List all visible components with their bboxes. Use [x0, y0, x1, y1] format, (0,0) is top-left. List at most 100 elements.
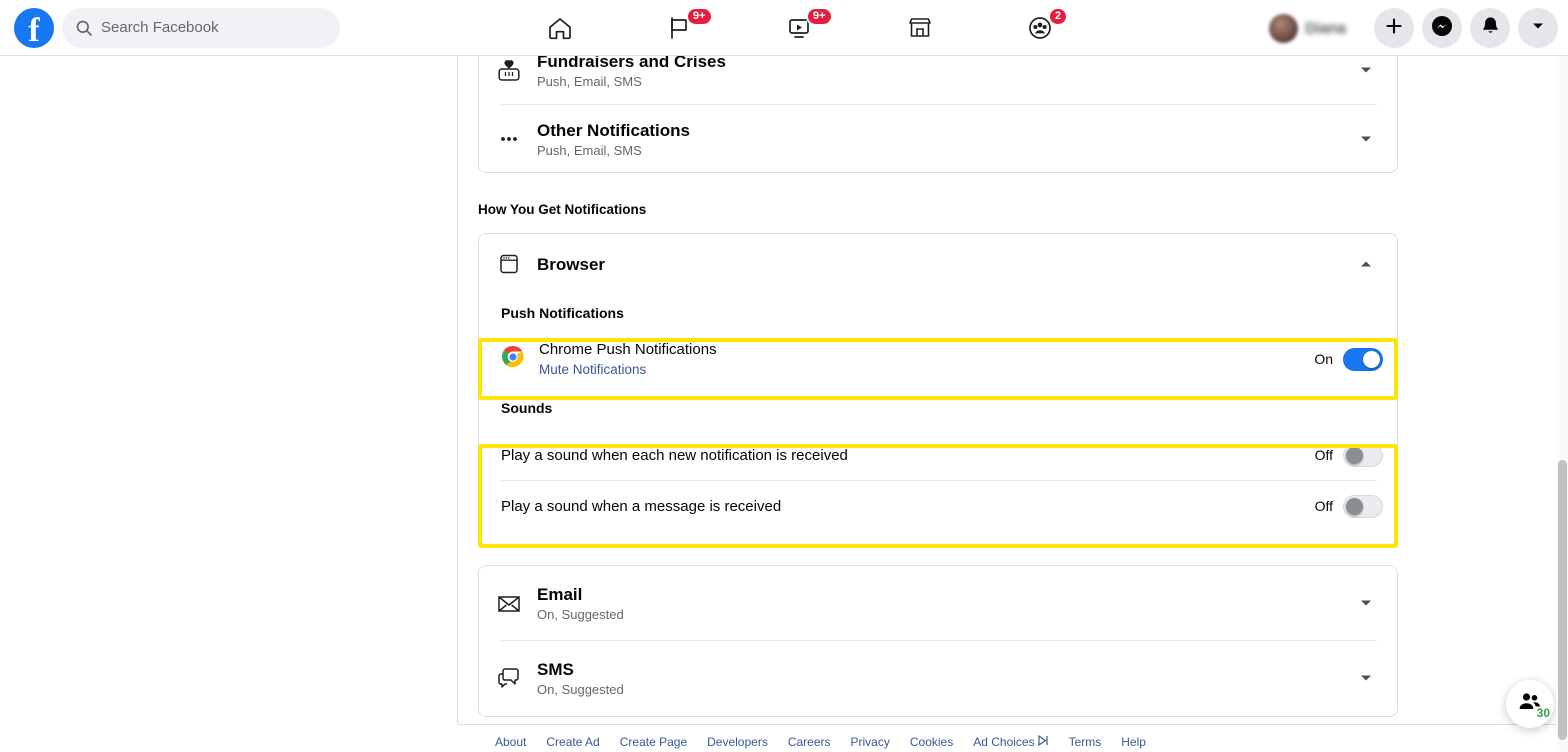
profile-name: Diana — [1305, 19, 1346, 37]
chevron-down-icon — [1530, 18, 1546, 39]
ad-choices-icon — [1037, 734, 1049, 749]
footer-link-create-page[interactable]: Create Page — [620, 735, 687, 749]
chevron-up-icon[interactable] — [1355, 253, 1377, 275]
chrome-push-name: Chrome Push Notifications — [539, 340, 717, 358]
sound-toggle-message[interactable] — [1343, 494, 1383, 518]
chevron-down-icon[interactable] — [1355, 667, 1377, 689]
top-navigation-bar: f Search Facebook 9+ 9+ 2 Diana — [0, 0, 1568, 56]
avatar — [1269, 13, 1299, 43]
plus-icon — [1384, 16, 1404, 41]
left-rail — [0, 56, 458, 724]
page-scrollbar[interactable] — [1556, 56, 1568, 752]
browser-title: Browser — [537, 254, 606, 274]
footer-link-cookies[interactable]: Cookies — [910, 735, 953, 749]
nav-tab-watch[interactable]: 9+ — [754, 4, 846, 52]
push-notifications-header: Push Notifications — [501, 305, 624, 321]
page-body: Fundraisers and Crises Push, Email, SMS — [0, 56, 1568, 752]
footer-link-privacy[interactable]: Privacy — [851, 735, 890, 749]
bell-icon — [1480, 15, 1501, 41]
notification-types-card: Fundraisers and Crises Push, Email, SMS — [478, 56, 1398, 173]
settings-content: Fundraisers and Crises Push, Email, SMS — [458, 56, 1568, 752]
footer-link-ad-choices[interactable]: Ad Choices — [973, 734, 1049, 749]
chevron-down-icon[interactable] — [1355, 592, 1377, 614]
search-placeholder: Search Facebook — [101, 19, 219, 36]
footer-links: About Create Ad Create Page Developers C… — [458, 724, 1568, 752]
footer-link-help[interactable]: Help — [1121, 735, 1146, 749]
chrome-push-toggle[interactable] — [1343, 347, 1383, 371]
sound-row-new-notification[interactable]: Play a sound when each new notification … — [479, 430, 1397, 480]
chrome-icon — [501, 345, 525, 374]
row-subtitle: On, Suggested — [537, 606, 624, 622]
row-text: Fundraisers and Crises Push, Email, SMS — [527, 56, 1355, 90]
row-subtitle: Push, Email, SMS — [537, 142, 642, 158]
watch-badge: 9+ — [806, 7, 833, 26]
messenger-button[interactable] — [1422, 8, 1462, 48]
scrollbar-thumb[interactable] — [1558, 460, 1567, 740]
row-subtitle: On, Suggested — [537, 681, 624, 697]
search-icon — [76, 20, 92, 36]
row-text: SMS On, Suggested — [527, 659, 1355, 698]
browser-header-row[interactable]: Browser — [479, 234, 1397, 294]
footer-link-about[interactable]: About — [495, 735, 526, 749]
ad-choices-label: Ad Choices — [973, 735, 1035, 749]
messenger-icon — [1431, 15, 1453, 42]
footer-link-terms[interactable]: Terms — [1069, 735, 1102, 749]
home-icon — [546, 14, 574, 42]
toggle-knob — [1346, 446, 1363, 464]
chevron-down-icon[interactable] — [1355, 59, 1377, 81]
pages-badge: 9+ — [686, 7, 713, 26]
row-email[interactable]: Email On, Suggested — [479, 566, 1397, 640]
chat-bubbles-icon — [491, 665, 527, 691]
footer-link-create-ad[interactable]: Create Ad — [546, 735, 599, 749]
nav-left-group: f Search Facebook — [0, 7, 340, 48]
sound-toggle-new-notification[interactable] — [1343, 443, 1383, 467]
store-icon — [906, 14, 934, 42]
nav-tabs: 9+ 9+ 2 — [500, 0, 1100, 56]
row-fundraisers-and-crises[interactable]: Fundraisers and Crises Push, Email, SMS — [479, 56, 1397, 104]
row-text: Email On, Suggested — [527, 584, 1355, 623]
row-title: SMS — [537, 659, 574, 679]
sound-row-message[interactable]: Play a sound when a message is received … — [479, 481, 1397, 531]
heart-icon — [491, 57, 527, 83]
chrome-toggle-state: On — [1314, 351, 1333, 367]
channels-card: Email On, Suggested SMS On, Suggested — [478, 565, 1398, 717]
nav-tab-groups[interactable]: 2 — [994, 4, 1086, 52]
browser-title-wrap: Browser — [527, 254, 1355, 275]
browser-window-icon — [491, 252, 527, 276]
row-title: Fundraisers and Crises — [537, 56, 726, 71]
sound-label: Play a sound when a message is received — [501, 497, 782, 515]
toggle-knob — [1346, 497, 1363, 515]
row-text: Other Notifications Push, Email, SMS — [527, 120, 1355, 159]
row-subtitle: Push, Email, SMS — [537, 73, 642, 89]
row-sms[interactable]: SMS On, Suggested — [479, 641, 1397, 715]
toggle-knob — [1363, 350, 1380, 368]
contacts-count-badge: 30 — [1536, 706, 1550, 720]
dots-icon — [491, 126, 527, 152]
account-menu-button[interactable] — [1518, 8, 1558, 48]
nav-tab-home[interactable] — [514, 4, 606, 52]
facebook-logo-icon[interactable]: f — [14, 7, 54, 48]
nav-right-group: Diana — [1266, 0, 1558, 56]
row-title: Other Notifications — [537, 120, 691, 140]
chrome-push-notifications-row[interactable]: Chrome Push Notifications Mute Notificat… — [479, 332, 1397, 386]
row-title: Email — [537, 584, 583, 604]
sounds-header: Sounds — [501, 400, 553, 416]
nav-tab-marketplace[interactable] — [874, 4, 966, 52]
nav-tab-pages[interactable]: 9+ — [634, 4, 726, 52]
search-input[interactable]: Search Facebook — [62, 7, 340, 48]
contacts-fab-button[interactable]: 30 — [1506, 680, 1554, 728]
groups-badge: 2 — [1048, 7, 1069, 26]
profile-chip[interactable]: Diana — [1266, 11, 1356, 46]
chrome-row-text: Chrome Push Notifications Mute Notificat… — [525, 340, 1314, 379]
row-other-notifications[interactable]: Other Notifications Push, Email, SMS — [479, 105, 1397, 173]
notifications-button[interactable] — [1470, 8, 1510, 48]
section-label-how-you-get-notifications: How You Get Notifications — [478, 202, 647, 217]
footer-link-careers[interactable]: Careers — [788, 735, 831, 749]
mute-notifications-link[interactable]: Mute Notifications — [539, 361, 1314, 379]
chevron-down-icon[interactable] — [1355, 128, 1377, 150]
footer-link-developers[interactable]: Developers — [707, 735, 768, 749]
create-button[interactable] — [1374, 8, 1414, 48]
envelope-icon — [491, 590, 527, 616]
browser-card: Browser Push Notifications Chrome Push N… — [478, 233, 1398, 545]
sound-state: Off — [1314, 447, 1333, 463]
